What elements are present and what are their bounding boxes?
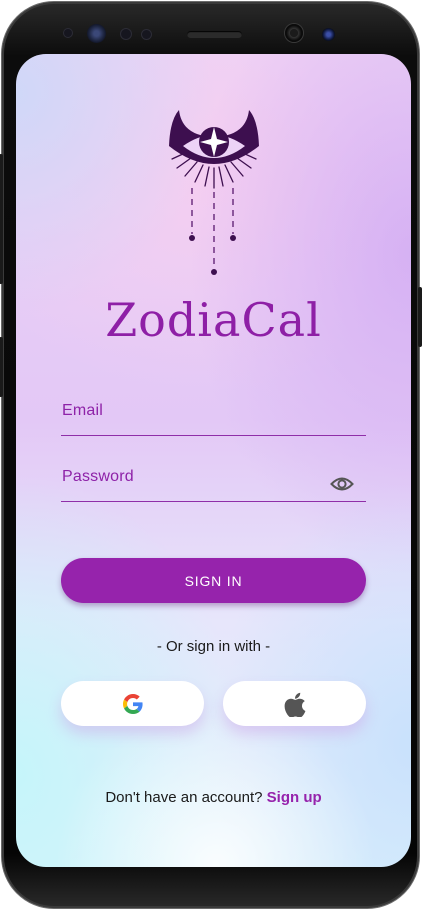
proximity-sensor (64, 29, 72, 37)
eye-moon-logo-icon (169, 110, 259, 275)
sign-up-prompt: Don't have an account? Sign up (16, 789, 411, 806)
volume-button (0, 154, 3, 284)
password-label: Password (62, 468, 134, 485)
google-sign-in-button[interactable] (61, 681, 204, 726)
no-account-text: Don't have an account? (105, 789, 263, 806)
app-title: ZodiaCal (105, 293, 322, 347)
phone-frame: ZodiaCal Email Password SIGN IN - Or sig… (0, 2, 422, 908)
google-icon (122, 693, 143, 714)
or-sign-in-with-text: - Or sign in with - (156, 638, 271, 655)
apple-icon (284, 692, 305, 717)
eye-icon[interactable] (330, 475, 354, 493)
light-sensor-2 (142, 30, 151, 39)
email-label: Email (62, 402, 104, 419)
password-field[interactable]: Password (61, 466, 366, 502)
light-sensor (121, 29, 131, 39)
sign-in-button[interactable]: SIGN IN (61, 558, 366, 603)
front-camera-lens (322, 28, 335, 41)
side-button (0, 337, 3, 397)
power-button (418, 287, 422, 347)
login-screen: ZodiaCal Email Password SIGN IN - Or sig… (16, 54, 411, 867)
email-field[interactable]: Email (61, 400, 366, 436)
sign-up-link[interactable]: Sign up (267, 789, 322, 806)
iris-scanner (87, 24, 106, 43)
front-camera (285, 24, 303, 42)
earpiece-speaker (187, 31, 242, 38)
apple-sign-in-button[interactable] (223, 681, 366, 726)
